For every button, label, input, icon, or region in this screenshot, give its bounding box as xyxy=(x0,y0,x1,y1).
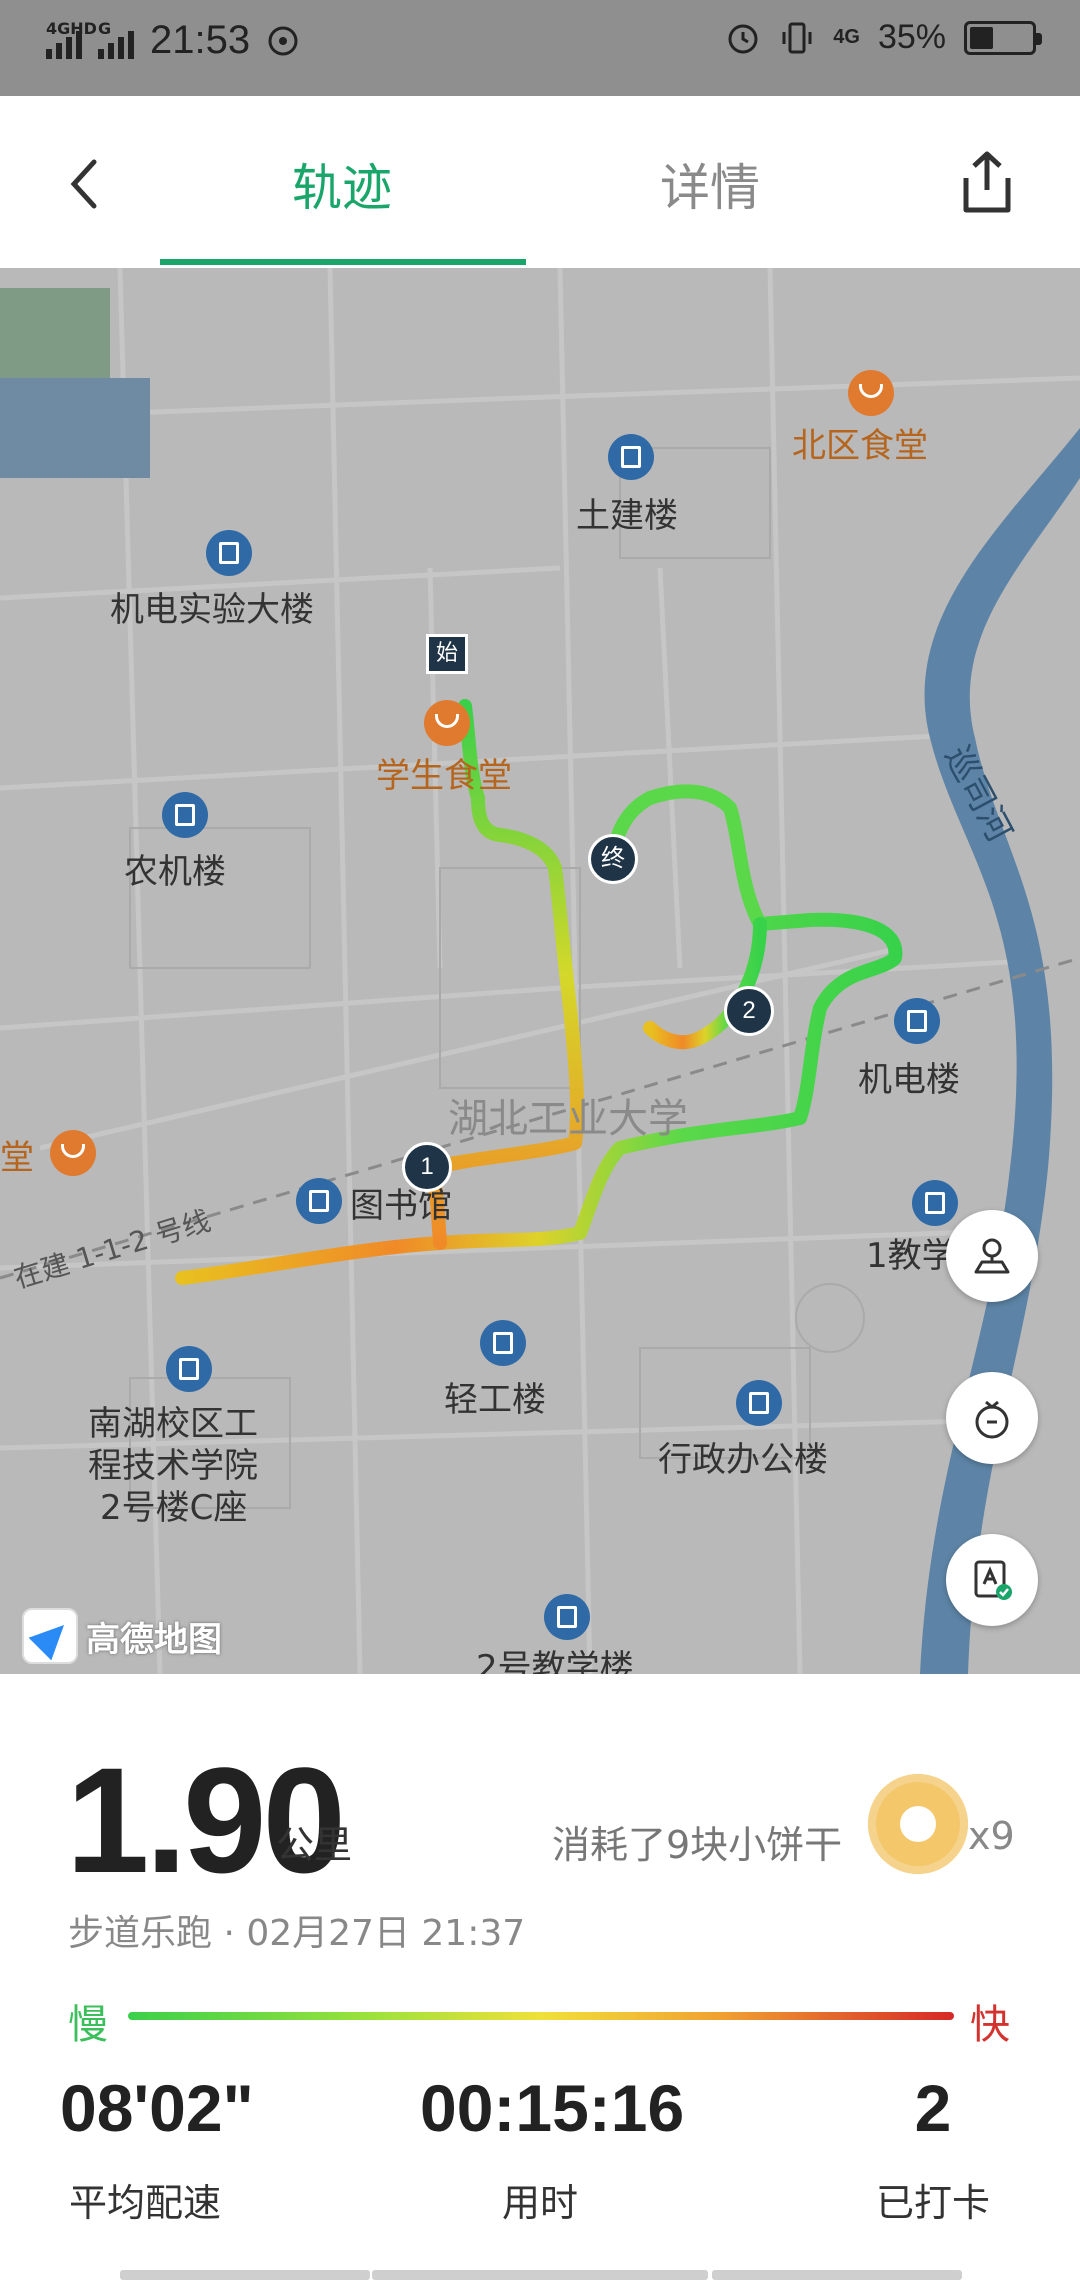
library-pin-icon[interactable] xyxy=(296,1178,342,1224)
route-end-marker[interactable]: 终 xyxy=(588,834,638,884)
poi-civil-building[interactable]: 土建楼 xyxy=(576,488,678,537)
route-map[interactable]: 北区食堂 土建楼 机电实验大楼 学生食堂 农机楼 巡司河 湖北工业大学 机电楼 … xyxy=(0,268,1080,1674)
status-right: 4G 35% xyxy=(725,18,1042,57)
pace-legend-bar xyxy=(128,2012,954,2020)
signal-icon: 4GHD xyxy=(46,19,97,59)
stat-value: 2 xyxy=(914,2071,952,2145)
poi-teaching-1[interactable]: 1教学 xyxy=(866,1228,956,1277)
activity-info: 步道乐跑 · 02月27日 21:37 xyxy=(68,1913,526,1954)
canteen-pin-icon[interactable] xyxy=(50,1130,96,1176)
canteen-pin-icon[interactable] xyxy=(424,700,470,746)
clock: 21:53 xyxy=(150,18,251,62)
stat-value: 00:15:16 xyxy=(420,2071,685,2145)
stat-avg-pace: 08'02" 平均配速 xyxy=(60,2070,254,2227)
poi-university[interactable]: 湖北工业大学 xyxy=(448,1086,688,1144)
share-icon[interactable] xyxy=(958,150,1016,216)
signal-icon: G xyxy=(98,19,134,59)
vibrate-icon xyxy=(782,22,812,53)
canteen-pin-icon[interactable] xyxy=(848,370,894,416)
alarm-icon xyxy=(728,24,758,53)
poi-agri-building[interactable]: 农机楼 xyxy=(124,844,226,893)
building-pin-icon[interactable] xyxy=(166,1346,212,1392)
stat-value: 08'02" xyxy=(60,2071,254,2145)
building-pin-icon[interactable] xyxy=(206,530,252,576)
pace-slow-label: 慢 xyxy=(68,2002,108,2048)
network-type-2: G xyxy=(98,18,112,38)
building-pin-icon[interactable] xyxy=(736,1380,782,1426)
checkin-card-icon xyxy=(974,1560,1012,1600)
map-cookie-button[interactable] xyxy=(946,1372,1038,1464)
status-left: 4GHD G 21:53 xyxy=(46,18,300,63)
poi-mech-building[interactable]: 机电楼 xyxy=(858,1052,960,1101)
route-start-marker[interactable]: 始 xyxy=(426,634,468,674)
cookie-icon xyxy=(868,1774,968,1874)
poi-north-canteen[interactable]: 北区食堂 xyxy=(792,418,928,467)
building-pin-icon[interactable] xyxy=(912,1180,958,1226)
stopwatch-icon xyxy=(975,1400,1009,1439)
battery-icon xyxy=(964,20,1042,55)
calorie-cookie-text: 消耗了9块小饼干 xyxy=(552,1823,843,1867)
location-person-icon xyxy=(974,1238,1010,1274)
pond xyxy=(0,378,150,478)
poi-canteen-partial[interactable]: 堂 xyxy=(0,1130,34,1179)
nav-indicator xyxy=(120,2270,370,2280)
network-type: 4GHD xyxy=(46,18,97,38)
tab-track[interactable]: 轨迹 xyxy=(292,148,392,220)
amap-arrow-icon xyxy=(22,1608,78,1664)
nav-indicator xyxy=(372,2270,708,2280)
building-pin-icon[interactable] xyxy=(162,792,208,838)
amap-brand-text: 高德地图 xyxy=(86,1619,222,1660)
back-arrow-icon[interactable] xyxy=(60,154,110,214)
sync-icon xyxy=(268,26,298,55)
network-type-3: 4G xyxy=(833,26,860,48)
stat-label: 已打卡 xyxy=(875,2181,990,2225)
building-pin-icon[interactable] xyxy=(544,1594,590,1640)
tab-details[interactable]: 详情 xyxy=(660,148,760,220)
map-locate-button[interactable] xyxy=(946,1210,1038,1302)
status-bar: 4GHD G 21:53 4G 35% xyxy=(0,0,1080,96)
field xyxy=(0,288,110,378)
pace-fast-label: 快 xyxy=(970,2002,1010,2048)
poi-nanhu-line-3[interactable]: 2号楼C座 xyxy=(100,1480,247,1529)
cookie-count: x9 xyxy=(968,1814,1015,1858)
distance-unit: 公里 xyxy=(276,1823,353,1867)
map-checkin-button[interactable] xyxy=(946,1534,1038,1626)
stat-duration: 00:15:16 用时 xyxy=(420,2070,685,2227)
amap-logo: 高德地图 xyxy=(22,1608,222,1664)
building-pin-icon[interactable] xyxy=(608,434,654,480)
stat-checkins: 2 已打卡 xyxy=(858,2070,1008,2227)
run-summary-panel: 1.90 公里 消耗了9块小饼干 x9 步道乐跑 · 02月27日 21:37 … xyxy=(0,1674,1080,2280)
battery-level xyxy=(970,26,994,49)
stat-label: 平均配速 xyxy=(68,2181,221,2225)
poi-light-building[interactable]: 轻工楼 xyxy=(444,1372,546,1421)
poi-admin-building[interactable]: 行政办公楼 xyxy=(658,1432,828,1481)
checkpoint-2-marker[interactable]: 2 xyxy=(724,986,774,1036)
battery-percent: 35% xyxy=(877,18,946,56)
building-pin-icon[interactable] xyxy=(480,1320,526,1366)
checkpoint-1-marker[interactable]: 1 xyxy=(402,1142,452,1192)
poi-mech-lab[interactable]: 机电实验大楼 xyxy=(110,582,314,631)
top-nav: 轨迹 详情 xyxy=(0,96,1080,268)
poi-student-canteen[interactable]: 学生食堂 xyxy=(376,748,512,797)
poi-teaching-2[interactable]: 2号教学楼 xyxy=(476,1640,634,1674)
nav-indicator xyxy=(712,2270,962,2280)
stat-label: 用时 xyxy=(501,2181,578,2225)
building-pin-icon[interactable] xyxy=(894,998,940,1044)
active-tab-indicator xyxy=(160,259,526,265)
